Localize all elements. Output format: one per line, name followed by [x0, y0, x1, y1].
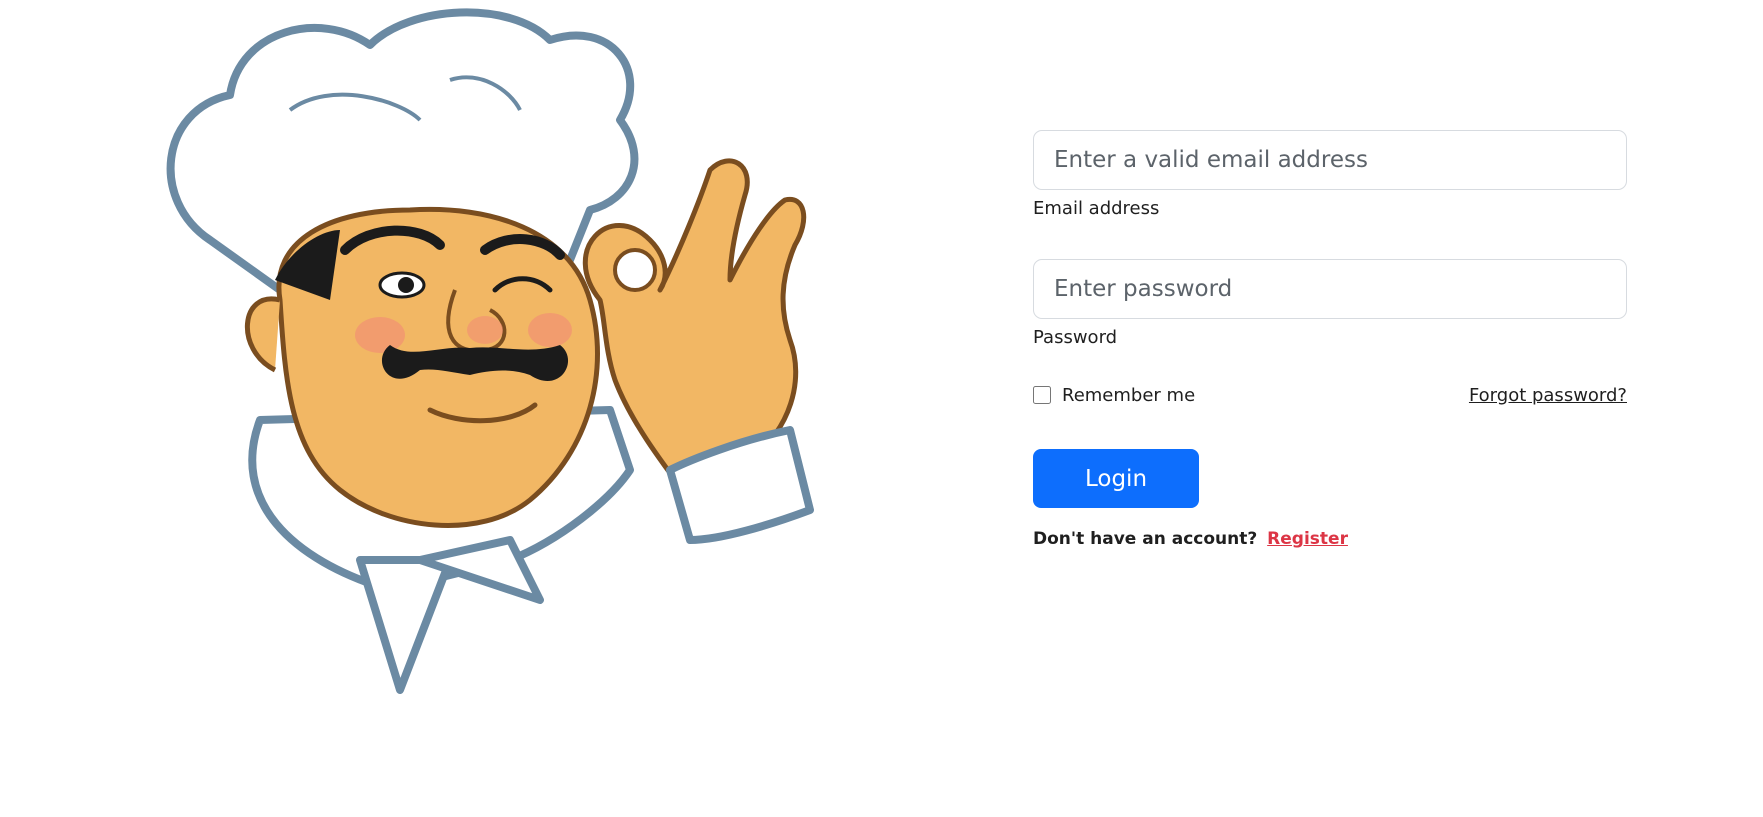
remember-me-checkbox[interactable]	[1033, 386, 1051, 404]
remember-me-label: Remember me	[1062, 384, 1196, 406]
forgot-password-link[interactable]: Forgot password?	[1469, 385, 1627, 406]
remember-me[interactable]: Remember me	[1033, 385, 1195, 406]
form-options-row: Remember me Forgot password?	[1033, 381, 1627, 409]
login-button[interactable]: Login	[1033, 449, 1199, 508]
login-page: Email address Password Remember me Forgo…	[0, 0, 1763, 817]
email-field-group: Email address	[1033, 130, 1627, 219]
signup-prompt: Don't have an account? Register	[1033, 529, 1627, 549]
email-label: Email address	[1033, 198, 1160, 219]
chef-illustration	[90, 0, 850, 760]
password-field-group: Password	[1033, 259, 1627, 348]
login-form: Email address Password Remember me Forgo…	[1033, 130, 1627, 549]
password-input[interactable]	[1033, 259, 1627, 319]
signup-prompt-text: Don't have an account?	[1033, 529, 1258, 549]
password-label: Password	[1033, 327, 1118, 348]
chef-ok-gesture-icon	[166, 8, 814, 694]
email-input[interactable]	[1033, 130, 1627, 190]
register-link[interactable]: Register	[1267, 529, 1348, 549]
